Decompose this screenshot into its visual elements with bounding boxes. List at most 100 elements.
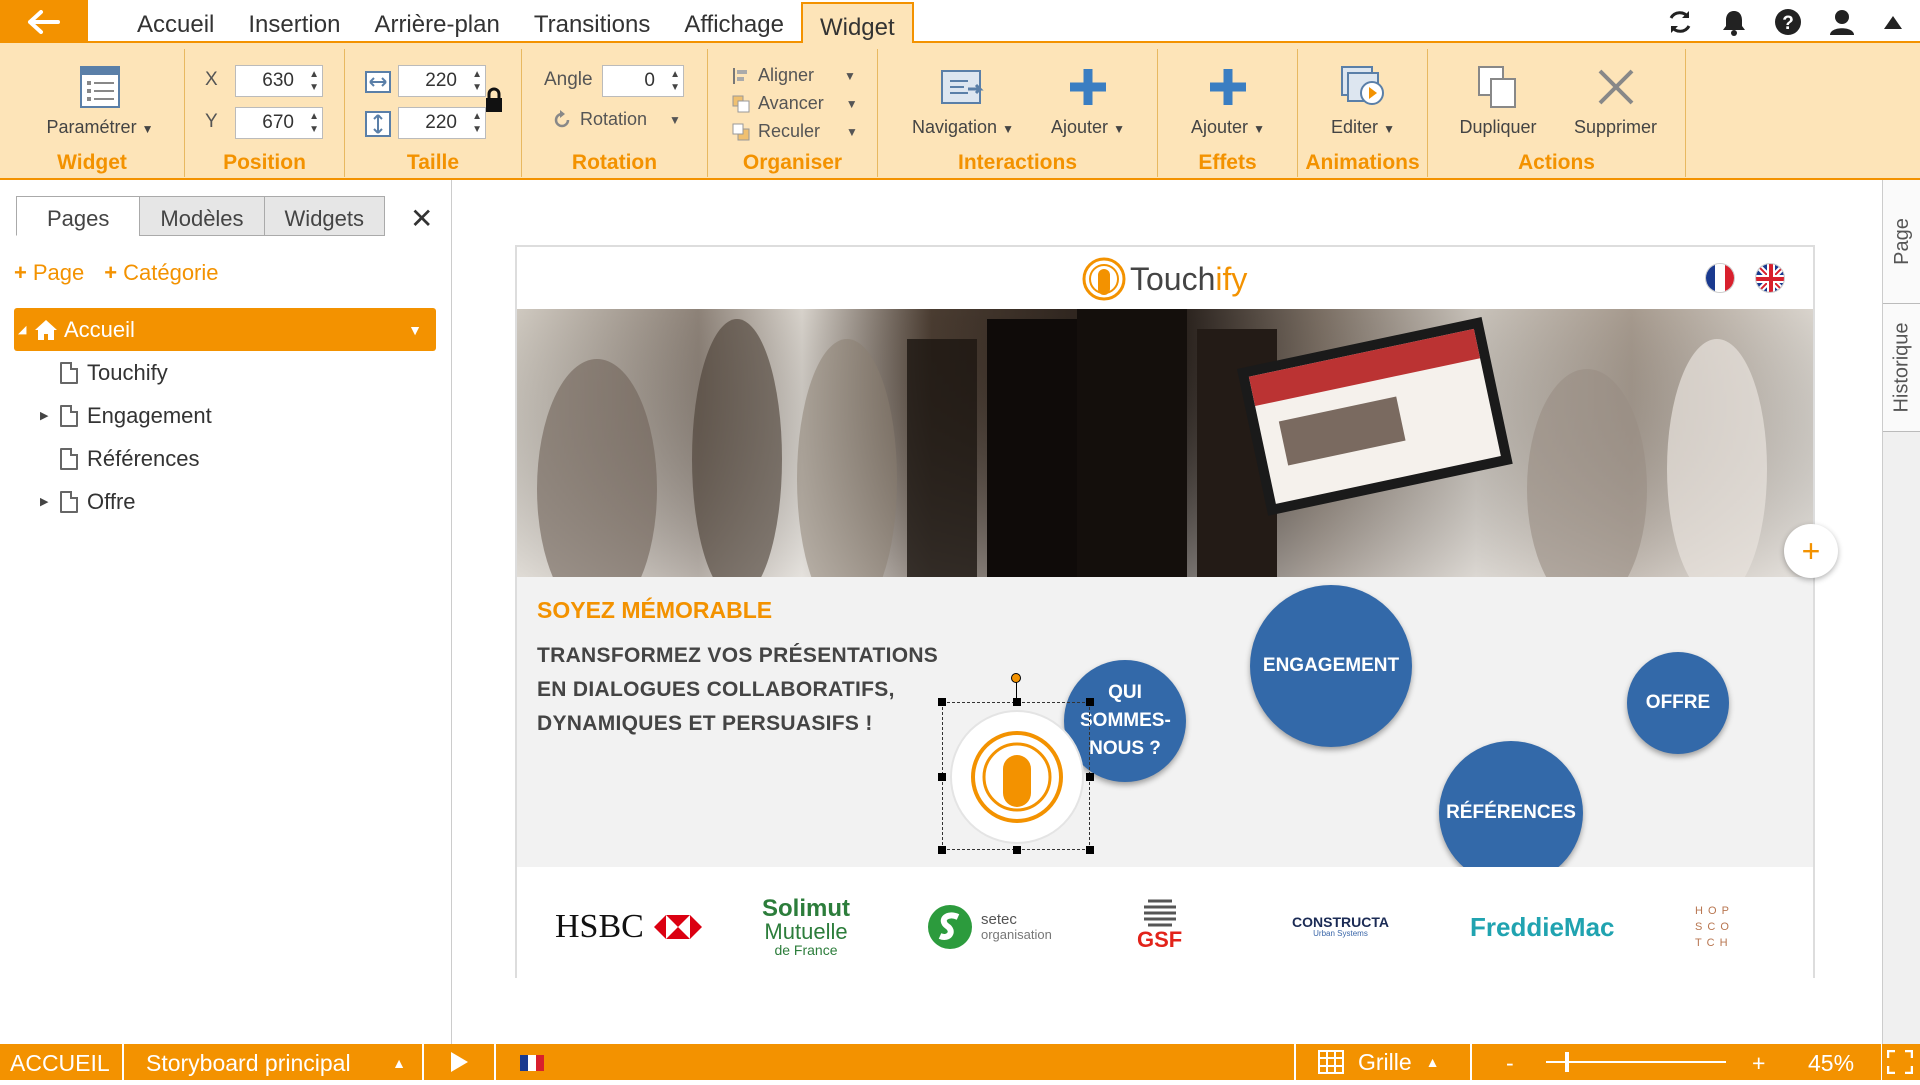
parametrer-button[interactable]: Paramétrer ▼ (40, 57, 160, 138)
uk-flag-icon[interactable] (1755, 263, 1785, 293)
french-flag-icon[interactable] (1705, 263, 1735, 293)
bubble-label: RÉFÉRENCES (1446, 802, 1576, 823)
spin-arrows-icon[interactable]: ▲ ▼ (472, 110, 482, 136)
add-category-button[interactable]: + Catégorie (104, 260, 218, 286)
expand-arrow-icon[interactable]: ◢ (18, 323, 34, 336)
zoom-out-button[interactable]: - (1506, 1044, 1514, 1082)
duplicate-icon (1478, 66, 1516, 108)
ajouter-interaction-button[interactable]: Ajouter ▼ (1038, 57, 1138, 138)
resize-handle[interactable] (1086, 773, 1094, 781)
resize-handle[interactable] (938, 698, 946, 706)
close-panel-icon[interactable]: ✕ (410, 202, 433, 235)
tree-item-touchify[interactable]: Touchify (14, 351, 436, 394)
tab-pages[interactable]: Pages (16, 196, 141, 236)
slide-canvas[interactable]: Touchify SOYEZ MÉMORABLE TRANSFORMEZ VOS… (515, 245, 1838, 978)
tree-item-engagement[interactable]: ▶ Engagement (14, 394, 436, 437)
spin-arrows-icon[interactable]: ▲ ▼ (309, 68, 319, 94)
resize-handle[interactable] (1013, 698, 1021, 706)
help-icon[interactable]: ? (1774, 8, 1802, 36)
menu-tab-accueil[interactable]: Accueil (120, 0, 231, 43)
width-input[interactable]: 220 ▲ ▼ (398, 65, 486, 97)
editer-animation-button[interactable]: Editer ▼ (1313, 57, 1413, 138)
french-flag-icon (520, 1055, 544, 1071)
dupliquer-button[interactable]: Dupliquer (1448, 57, 1548, 138)
play-button[interactable] (424, 1044, 496, 1080)
expand-arrow-icon[interactable]: ▶ (40, 409, 60, 422)
angle-input[interactable]: 0 ▲ ▼ (602, 65, 684, 97)
current-page-indicator[interactable]: ACCUEIL (0, 1044, 124, 1080)
menu-tab-insertion[interactable]: Insertion (231, 0, 357, 43)
expand-arrow-icon[interactable]: ▶ (40, 495, 60, 508)
rotate-line (1016, 681, 1017, 701)
storyboard-selector[interactable]: Storyboard principal ▲ (124, 1044, 424, 1080)
bubble-references[interactable]: RÉFÉRENCES (1439, 741, 1583, 885)
language-selector[interactable] (496, 1044, 566, 1080)
tab-historique[interactable]: Historique (1883, 304, 1920, 432)
chevron-down-icon: ▼ (1002, 122, 1014, 136)
tree-item-references[interactable]: Références (14, 437, 436, 480)
avancer-button[interactable]: Avancer ▼ (732, 93, 858, 114)
grid-toggle[interactable]: Grille ▲ (1294, 1044, 1472, 1080)
collapse-ribbon-icon[interactable] (1882, 11, 1904, 33)
zoom-slider-thumb[interactable] (1565, 1052, 1569, 1072)
menu-tab-widget[interactable]: Widget (800, 2, 914, 45)
slide-header: Touchify (517, 247, 1813, 309)
height-input[interactable]: 220 ▲ ▼ (398, 107, 486, 139)
resize-handle[interactable] (1013, 846, 1021, 854)
bell-icon[interactable] (1720, 8, 1748, 36)
back-button[interactable] (0, 0, 88, 43)
rotate-handle[interactable] (1011, 673, 1021, 683)
zoom-in-button[interactable]: + (1752, 1044, 1765, 1082)
fullscreen-button[interactable] (1882, 1044, 1920, 1080)
ajouter-effet-button[interactable]: Ajouter ▼ (1178, 57, 1278, 138)
sync-icon[interactable] (1666, 8, 1694, 36)
resize-handle[interactable] (938, 773, 946, 781)
bubble-engagement[interactable]: ENGAGEMENT (1250, 585, 1412, 747)
spin-arrows-icon[interactable]: ▲ ▼ (472, 68, 482, 94)
tab-modeles[interactable]: Modèles (139, 196, 265, 236)
chevron-down-icon[interactable]: ▼ (408, 322, 422, 338)
resize-handle[interactable] (1086, 698, 1094, 706)
add-page-label: Page (32, 260, 85, 285)
x-input[interactable]: 630 ▲ ▼ (235, 65, 323, 97)
zoom-slider-track[interactable] (1546, 1061, 1726, 1063)
add-category-label: Catégorie (123, 260, 219, 285)
bubble-label: ENGAGEMENT (1262, 655, 1400, 676)
reculer-button[interactable]: Reculer ▼ (732, 121, 858, 142)
play-icon (451, 1052, 468, 1072)
solimut-text: Solimut (762, 895, 850, 922)
tab-page[interactable]: Page (1883, 180, 1920, 304)
menu-tab-arriere-plan[interactable]: Arrière-plan (357, 0, 516, 43)
tab-widgets[interactable]: Widgets (263, 196, 386, 236)
y-input[interactable]: 670 ▲ ▼ (235, 107, 323, 139)
spin-arrows-icon[interactable]: ▲ ▼ (670, 68, 680, 94)
user-icon[interactable] (1828, 8, 1856, 36)
avancer-label: Avancer (758, 93, 824, 113)
ribbon-group-actions: Dupliquer Supprimer Actions (1428, 49, 1686, 177)
menu-tab-affichage[interactable]: Affichage (667, 0, 801, 43)
tree-item-offre[interactable]: ▶ Offre (14, 480, 436, 523)
ribbon-group-widget: Paramétrer ▼ Widget (0, 49, 185, 177)
supprimer-button[interactable]: Supprimer (1563, 57, 1668, 138)
selected-widget[interactable] (938, 673, 1094, 854)
tree-item-accueil[interactable]: ◢ Accueil ▼ (14, 308, 436, 351)
bubble-offre[interactable]: OFFRE (1627, 652, 1729, 754)
spin-arrows-icon[interactable]: ▲ ▼ (309, 110, 319, 136)
add-page-button[interactable]: + Page (14, 260, 84, 286)
group-label-rotation: Rotation (571, 151, 658, 174)
group-label-interactions: Interactions (957, 151, 1078, 174)
resize-handle[interactable] (938, 846, 946, 854)
zoom-value: 45% (1808, 1050, 1855, 1076)
ajouter-effet-label: Ajouter (1191, 117, 1249, 137)
lock-ratio-icon[interactable] (485, 87, 503, 113)
resize-handle[interactable] (1086, 846, 1094, 854)
add-widget-fab[interactable]: + (1784, 524, 1838, 578)
aligner-button[interactable]: Aligner ▼ (732, 65, 856, 86)
navigation-button[interactable]: Navigation ▼ (908, 57, 1018, 138)
ribbon: Paramétrer ▼ Widget X 630 ▲ ▼ Y 670 ▲ ▼ Posi… (0, 43, 1920, 180)
menu-tab-transitions[interactable]: Transitions (517, 0, 667, 43)
logo-gsf: GSF (1137, 897, 1182, 957)
ribbon-group-rotation: Angle 0 ▲ ▼ Rotation ▼ Rotation (522, 49, 708, 177)
rotation-button[interactable]: Rotation ▼ (552, 109, 681, 130)
logo-freddie-mac: FreddieMac (1470, 897, 1615, 957)
